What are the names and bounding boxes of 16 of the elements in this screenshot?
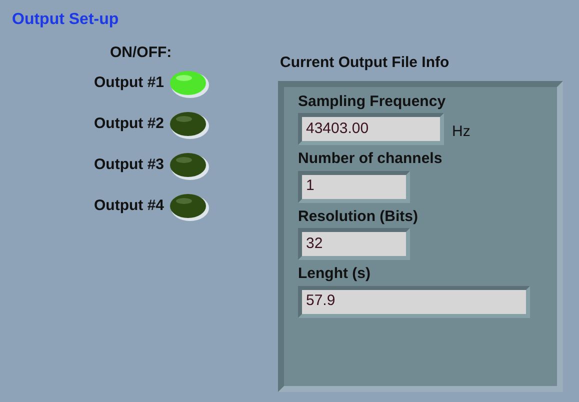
field-label: Sampling Frequency [298,92,446,112]
output-label: Output #4 [93,196,165,216]
output-label: Output #1 [93,73,165,94]
output-label: Output #3 [93,155,165,176]
unit-label: Hz [452,122,470,142]
value-field: 32 [298,228,410,260]
section-title: Output Set-up [12,10,119,30]
output-label: Output #2 [93,114,165,134]
value-field: 1 [298,170,410,202]
field-label: Number of channels [298,149,442,169]
value-field: 43403.00 [298,113,444,145]
column-heading: ON/OFF: [110,43,172,63]
field-label: Lenght (s) [298,264,370,284]
panel-title: Current Output File Info [280,53,450,73]
field-label: Resolution (Bits) [298,206,418,226]
value-field: 57.9 [298,286,530,318]
